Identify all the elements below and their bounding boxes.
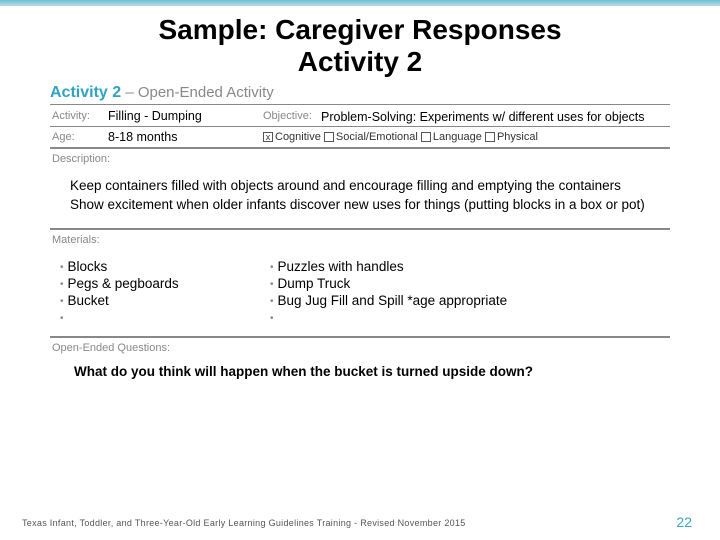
material-item: •Puzzles with handles bbox=[270, 258, 670, 275]
bullet-icon: • bbox=[270, 262, 278, 273]
material-item: •Pegs & pegboards bbox=[60, 275, 270, 292]
materials-col-left: •Blocks •Pegs & pegboards •Bucket • bbox=[60, 258, 270, 326]
slide-title: Sample: Caregiver Responses Activity 2 bbox=[0, 6, 720, 84]
title-line-2: Activity 2 bbox=[298, 46, 423, 77]
value-age: 8-18 months bbox=[108, 130, 263, 144]
activity-subtitle: – Open-Ended Activity bbox=[121, 84, 274, 101]
bullet-icon: • bbox=[270, 279, 278, 290]
title-line-1: Sample: Caregiver Responses bbox=[158, 14, 561, 45]
bullet-icon: • bbox=[60, 262, 68, 273]
label-materials: Materials: bbox=[50, 230, 670, 248]
material-text: Bug Jug Fill and Spill *age appropriate bbox=[278, 293, 508, 308]
label-description: Description: bbox=[50, 149, 670, 167]
checkbox-social[interactable] bbox=[324, 132, 334, 142]
material-text: Blocks bbox=[68, 259, 108, 274]
material-item: •Blocks bbox=[60, 258, 270, 275]
label-age: Age: bbox=[50, 131, 108, 143]
checkbox-physical[interactable] bbox=[485, 132, 495, 142]
activity-prefix: Activity bbox=[50, 84, 112, 101]
bullet-icon: • bbox=[60, 296, 68, 307]
activity-form: Activity 2 – Open-Ended Activity Activit… bbox=[50, 84, 670, 386]
page-number: 22 bbox=[676, 514, 692, 530]
bullet-icon: • bbox=[60, 313, 68, 324]
row-age-domains: Age: 8-18 months xCognitive Social/Emoti… bbox=[50, 127, 670, 149]
label-cognitive: Cognitive bbox=[275, 131, 321, 143]
bullet-icon: • bbox=[60, 279, 68, 290]
description-body: Keep containers filled with objects arou… bbox=[50, 167, 670, 229]
activity-header-bar: Activity 2 – Open-Ended Activity bbox=[50, 84, 670, 105]
bullet-icon: • bbox=[270, 313, 278, 324]
label-objective: Objective: bbox=[263, 110, 321, 122]
label-social: Social/Emotional bbox=[336, 131, 418, 143]
label-questions: Open-Ended Questions: bbox=[50, 338, 670, 356]
open-ended-question: What do you think will happen when the b… bbox=[50, 356, 670, 387]
label-language: Language bbox=[433, 131, 482, 143]
material-item: • bbox=[60, 309, 270, 326]
label-physical: Physical bbox=[497, 131, 538, 143]
footer-text: Texas Infant, Toddler, and Three-Year-Ol… bbox=[22, 518, 466, 528]
materials-col-right: •Puzzles with handles •Dump Truck •Bug J… bbox=[270, 258, 670, 326]
description-p2: Show excitement when older infants disco… bbox=[70, 196, 662, 214]
materials-body: •Blocks •Pegs & pegboards •Bucket • •Puz… bbox=[50, 248, 670, 338]
material-text: Dump Truck bbox=[278, 276, 351, 291]
material-text: Bucket bbox=[68, 293, 109, 308]
row-activity-objective: Activity: Filling - Dumping Objective: P… bbox=[50, 105, 670, 127]
material-item: • bbox=[270, 309, 670, 326]
material-item: •Dump Truck bbox=[270, 275, 670, 292]
activity-number: 2 bbox=[112, 84, 121, 101]
material-item: •Bucket bbox=[60, 292, 270, 309]
label-activity: Activity: bbox=[50, 110, 108, 122]
checkbox-cognitive[interactable]: x bbox=[263, 132, 273, 142]
domain-checkboxes: xCognitive Social/Emotional Language Phy… bbox=[263, 131, 670, 143]
description-p1: Keep containers filled with objects arou… bbox=[70, 177, 662, 195]
value-objective: Problem-Solving: Experiments w/ differen… bbox=[321, 108, 670, 124]
material-item: •Bug Jug Fill and Spill *age appropriate bbox=[270, 292, 670, 309]
bullet-icon: • bbox=[270, 296, 278, 307]
value-activity: Filling - Dumping bbox=[108, 109, 263, 123]
material-text: Pegs & pegboards bbox=[68, 276, 179, 291]
material-text: Puzzles with handles bbox=[278, 259, 404, 274]
checkbox-language[interactable] bbox=[421, 132, 431, 142]
